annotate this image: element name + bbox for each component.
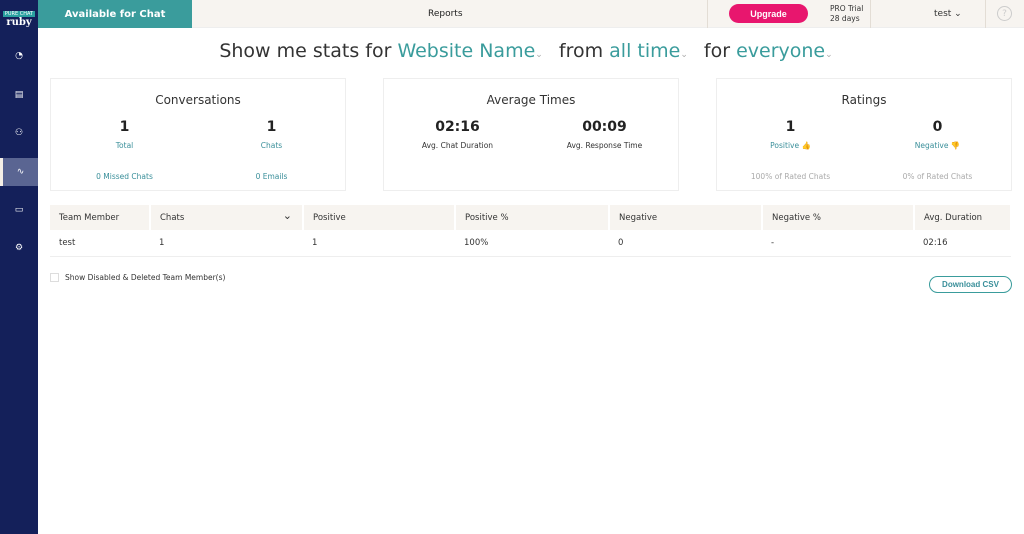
ratings-card: Ratings 1 Positive 👍 100% of Rated Chats 0… (716, 78, 1012, 191)
table-row: test 1 1 100% 0 - 02:16 (50, 230, 1011, 257)
show-disabled-checkbox[interactable]: Show Disabled & Deleted Team Member(s) (50, 273, 225, 282)
chevron-down-icon: ⌄ (535, 50, 543, 60)
average-times-card: Average Times 02:16 Avg. Chat Duration 00… (383, 78, 679, 191)
conversations-card: Conversations 1 Total 0 Missed Chats 1 Chat… (50, 78, 346, 191)
settings-icon[interactable]: ⚙ (0, 234, 38, 262)
team-stats-table: Team Member Chats ⌄ Positive Positive % N… (50, 205, 1012, 257)
billing-icon[interactable]: ▭ (0, 196, 38, 224)
column-header[interactable]: Team Member (50, 205, 151, 230)
user-menu[interactable]: test ⌄ (934, 9, 962, 19)
chevron-down-icon: ⌄ (680, 50, 688, 60)
column-header[interactable]: Negative % (762, 205, 915, 230)
reports-icon[interactable]: ∿ (0, 158, 38, 186)
page-title: Reports (428, 9, 463, 19)
range-select[interactable]: all time (609, 40, 680, 62)
stats-filter: Show me stats for Website Name⌄ from all… (219, 40, 833, 62)
help-icon[interactable]: ? (997, 6, 1012, 21)
website-select[interactable]: Website Name (397, 40, 535, 62)
column-header[interactable]: Positive % (455, 205, 610, 230)
top-bar: Available for Chat Reports Upgrade PRO T… (38, 0, 1024, 28)
column-header[interactable]: Positive (303, 205, 456, 230)
checkbox[interactable] (50, 273, 59, 282)
chevron-down-icon: ⌄ (825, 50, 833, 60)
availability-toggle[interactable]: Available for Chat (38, 0, 192, 28)
transcripts-icon[interactable]: ▤ (0, 81, 38, 109)
trial-info: PRO Trial 28 days (830, 4, 864, 23)
column-header[interactable]: Chats ⌄ (150, 205, 304, 230)
download-csv-button[interactable]: Download CSV (929, 276, 1012, 293)
sidebar: PURE CHAT ruby ◔ ▤ ⚇ ∿ ▭ ⚙ (0, 0, 38, 534)
column-header[interactable]: Avg. Duration (914, 205, 1012, 230)
contacts-icon[interactable]: ⚇ (0, 119, 38, 147)
sort-chevron-icon: ⌄ (282, 209, 292, 222)
dashboard-icon[interactable]: ◔ (0, 42, 38, 70)
who-select[interactable]: everyone (736, 40, 825, 62)
upgrade-button[interactable]: Upgrade (729, 4, 808, 23)
logo[interactable]: PURE CHAT ruby (0, 0, 38, 38)
chevron-down-icon: ⌄ (954, 9, 962, 19)
column-header[interactable]: Negative (609, 205, 763, 230)
